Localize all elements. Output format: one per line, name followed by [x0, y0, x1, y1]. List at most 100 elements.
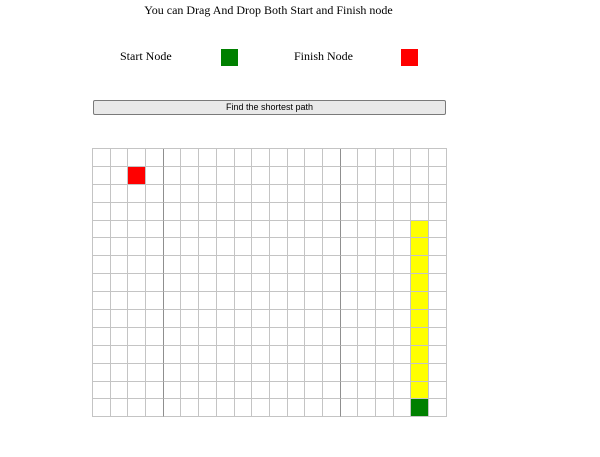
grid-cell[interactable] — [93, 238, 111, 257]
grid-cell[interactable] — [305, 345, 323, 364]
grid-cell[interactable] — [429, 399, 447, 418]
path-cell[interactable] — [411, 310, 430, 328]
grid-cell[interactable] — [216, 238, 235, 257]
grid-cell[interactable] — [322, 274, 341, 293]
grid-cell[interactable] — [199, 310, 217, 328]
grid-cell[interactable] — [393, 220, 412, 239]
grid-cell[interactable] — [376, 238, 394, 257]
grid-cell[interactable] — [411, 184, 430, 203]
grid-cell[interactable] — [393, 202, 412, 221]
grid-cell[interactable] — [252, 184, 270, 203]
grid-cell[interactable] — [305, 399, 323, 418]
grid-cell[interactable] — [128, 274, 147, 293]
grid-cell[interactable] — [146, 381, 164, 400]
grid-cell[interactable] — [93, 327, 111, 346]
grid-cell[interactable] — [269, 310, 288, 328]
grid-cell[interactable] — [234, 274, 253, 293]
grid-cell[interactable] — [358, 184, 376, 203]
grid-cell[interactable] — [358, 363, 376, 382]
grid-cell[interactable] — [110, 345, 129, 364]
grid-cell[interactable] — [181, 256, 200, 275]
grid-cell[interactable] — [252, 238, 270, 257]
grid-cell[interactable] — [358, 220, 376, 239]
grid-cell[interactable] — [146, 149, 164, 167]
grid-cell[interactable] — [376, 149, 394, 167]
grid-cell[interactable] — [146, 327, 164, 346]
grid-cell[interactable] — [234, 256, 253, 275]
grid-cell[interactable] — [393, 345, 412, 364]
grid-cell[interactable] — [181, 202, 200, 221]
grid-cell[interactable] — [216, 202, 235, 221]
grid-cell[interactable] — [358, 292, 376, 311]
grid-cell[interactable] — [181, 345, 200, 364]
grid-cell[interactable] — [358, 238, 376, 257]
grid-cell[interactable] — [305, 149, 323, 167]
grid-cell[interactable] — [234, 292, 253, 311]
grid-cell[interactable] — [429, 166, 447, 185]
grid-cell[interactable] — [216, 363, 235, 382]
grid-cell[interactable] — [128, 149, 147, 167]
grid-cell[interactable] — [199, 274, 217, 293]
grid-cell[interactable] — [429, 274, 447, 293]
grid-cell[interactable] — [216, 256, 235, 275]
grid-cell[interactable] — [376, 166, 394, 185]
grid-cell[interactable] — [93, 310, 111, 328]
grid-cell[interactable] — [146, 399, 164, 418]
grid-cell[interactable] — [340, 292, 359, 311]
grid-cell[interactable] — [110, 381, 129, 400]
grid-cell[interactable] — [287, 238, 306, 257]
grid-cell[interactable] — [163, 292, 182, 311]
grid-cell[interactable] — [269, 184, 288, 203]
grid-cell[interactable] — [393, 310, 412, 328]
grid-cell[interactable] — [181, 310, 200, 328]
path-cell[interactable] — [411, 220, 430, 239]
grid-cell[interactable] — [163, 399, 182, 418]
grid-cell[interactable] — [305, 292, 323, 311]
grid-cell[interactable] — [93, 184, 111, 203]
grid-cell[interactable] — [93, 381, 111, 400]
grid-cell[interactable] — [146, 166, 164, 185]
grid-cell[interactable] — [393, 149, 412, 167]
path-cell[interactable] — [411, 256, 430, 275]
grid-cell[interactable] — [199, 238, 217, 257]
grid-cell[interactable] — [128, 399, 147, 418]
grid-cell[interactable] — [216, 292, 235, 311]
grid-cell[interactable] — [93, 220, 111, 239]
grid-cell[interactable] — [340, 399, 359, 418]
path-cell[interactable] — [411, 345, 430, 364]
grid-cell[interactable] — [322, 327, 341, 346]
grid-cell[interactable] — [199, 345, 217, 364]
grid-cell[interactable] — [181, 292, 200, 311]
grid-cell[interactable] — [146, 184, 164, 203]
grid-cell[interactable] — [181, 274, 200, 293]
grid-cell[interactable] — [358, 166, 376, 185]
grid-cell[interactable] — [234, 399, 253, 418]
grid-cell[interactable] — [163, 310, 182, 328]
grid-cell[interactable] — [393, 274, 412, 293]
grid-cell[interactable] — [358, 345, 376, 364]
grid-cell[interactable] — [181, 381, 200, 400]
grid-cell[interactable] — [376, 220, 394, 239]
grid-cell[interactable] — [93, 292, 111, 311]
grid-cell[interactable] — [146, 292, 164, 311]
grid-cell[interactable] — [110, 166, 129, 185]
grid-cell[interactable] — [252, 166, 270, 185]
grid-cell[interactable] — [181, 184, 200, 203]
grid-cell[interactable] — [269, 149, 288, 167]
grid-cell[interactable] — [216, 345, 235, 364]
grid-cell[interactable] — [305, 202, 323, 221]
grid-cell[interactable] — [163, 149, 182, 167]
grid-cell[interactable] — [358, 256, 376, 275]
grid-cell[interactable] — [305, 166, 323, 185]
grid-cell[interactable] — [146, 256, 164, 275]
grid-cell[interactable] — [322, 399, 341, 418]
grid-cell[interactable] — [199, 202, 217, 221]
grid-cell[interactable] — [163, 220, 182, 239]
grid-cell[interactable] — [93, 363, 111, 382]
grid-cell[interactable] — [322, 166, 341, 185]
grid-cell[interactable] — [269, 399, 288, 418]
grid-cell[interactable] — [340, 166, 359, 185]
grid-cell[interactable] — [376, 274, 394, 293]
grid-cell[interactable] — [128, 238, 147, 257]
grid-cell[interactable] — [340, 256, 359, 275]
